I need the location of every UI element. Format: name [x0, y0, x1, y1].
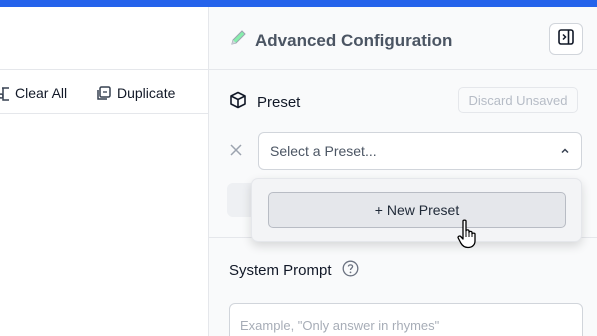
top-accent-bar: [0, 0, 597, 7]
system-prompt-label: System Prompt: [229, 262, 332, 279]
conversation-toolbar: Clear All Duplicate: [0, 70, 208, 114]
clear-all-button[interactable]: Clear All: [0, 82, 67, 104]
question-circle-icon[interactable]: [342, 260, 359, 281]
preset-select-value: Select a Preset...: [270, 143, 377, 159]
system-prompt-label-row: System Prompt: [229, 260, 359, 281]
cube-icon: [229, 91, 247, 113]
config-header: Advanced Configuration: [209, 7, 597, 70]
conversation-header: [0, 7, 208, 70]
chevron-up-icon: [559, 144, 571, 160]
preset-label: Preset: [257, 93, 301, 111]
duplicate-label: Duplicate: [117, 85, 176, 101]
panel-toggle-button[interactable]: [549, 23, 583, 55]
config-title: Advanced Configuration: [229, 29, 452, 52]
discard-unsaved-button[interactable]: Discard Unsaved: [458, 87, 578, 113]
preset-dropdown-menu: + New Preset: [251, 178, 582, 249]
close-icon[interactable]: [229, 143, 245, 159]
system-prompt-input[interactable]: [229, 303, 583, 336]
pencil-icon: [229, 29, 247, 52]
config-title-text: Advanced Configuration: [255, 30, 453, 50]
duplicate-button[interactable]: Duplicate: [96, 82, 175, 104]
hand-pointer-cursor-icon: [457, 219, 479, 249]
advanced-config-panel: Advanced Configuration Preset Discard Un…: [208, 7, 597, 336]
clear-all-label: Clear All: [15, 85, 68, 101]
copy-icon: [96, 85, 111, 101]
preset-select[interactable]: Select a Preset...: [258, 132, 582, 170]
conversation-pane: Clear All Duplicate: [0, 7, 208, 336]
new-preset-button[interactable]: + New Preset: [268, 192, 566, 228]
panel-right-icon: [558, 28, 574, 50]
preset-label-row: Preset: [229, 91, 300, 113]
trash-icon: [0, 85, 9, 101]
